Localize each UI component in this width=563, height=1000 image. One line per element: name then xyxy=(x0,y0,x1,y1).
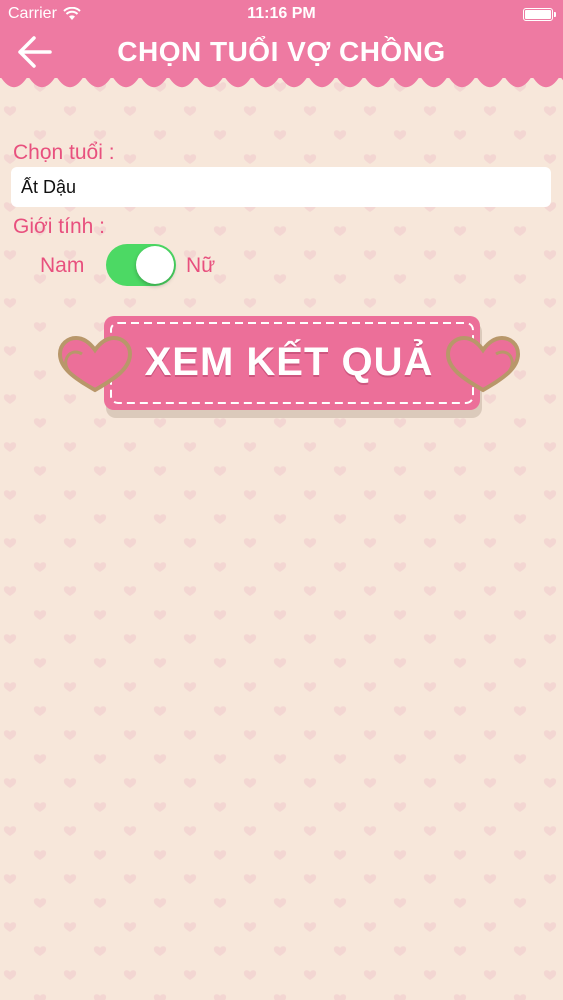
gender-toggle[interactable] xyxy=(106,244,176,286)
back-button[interactable] xyxy=(14,34,58,70)
toggle-knob xyxy=(136,246,174,284)
nav-bar: CHỌN TUỔI VỢ CHỒNG xyxy=(0,30,563,78)
age-label: Chọn tuổi : xyxy=(13,141,115,164)
result-button-label: XEM KẾT QUẢ xyxy=(144,340,434,384)
main-content: Chọn tuổi : Giới tính : Nam Nữ XEM KẾT Q… xyxy=(0,0,563,1000)
age-input[interactable] xyxy=(11,167,551,207)
view-result-button[interactable]: XEM KẾT QUẢ xyxy=(54,312,524,422)
status-bar: Carrier 11:16 PM xyxy=(0,0,563,30)
nav-scallop-edge xyxy=(0,76,563,88)
gender-label: Giới tính : xyxy=(13,215,105,238)
arrow-left-icon xyxy=(18,36,52,68)
battery-icon xyxy=(523,8,556,21)
status-time: 11:16 PM xyxy=(247,5,316,22)
gender-female-label: Nữ xyxy=(186,254,216,277)
gender-male-label: Nam xyxy=(40,254,85,277)
page-title: CHỌN TUỔI VỢ CHỒNG xyxy=(117,36,446,67)
